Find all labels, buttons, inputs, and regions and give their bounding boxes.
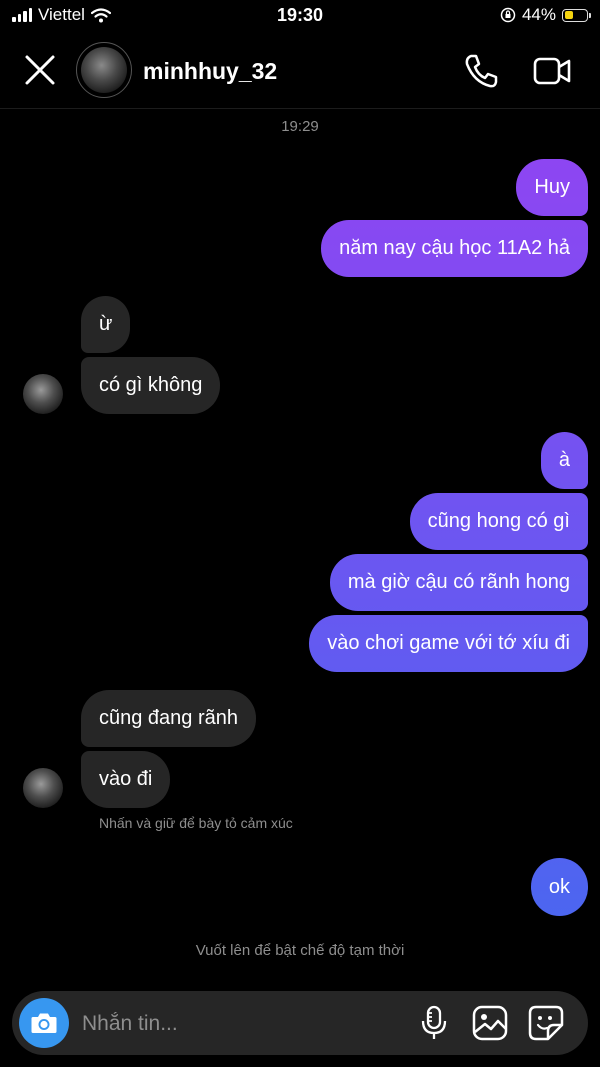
close-icon[interactable] bbox=[22, 52, 58, 88]
camera-icon bbox=[31, 1013, 57, 1033]
sent-message[interactable]: năm nay cậu học 11A2 hả bbox=[321, 220, 588, 277]
sent-message[interactable]: ok bbox=[530, 858, 588, 916]
message-composer bbox=[12, 991, 588, 1055]
sent-message[interactable]: cũng hong có gì bbox=[409, 493, 588, 550]
sender-avatar[interactable] bbox=[23, 768, 63, 808]
reaction-hint: Nhấn và giữ để bày tỏ cảm xúc bbox=[99, 815, 293, 831]
chat-username[interactable]: minhhuy_32 bbox=[143, 58, 277, 85]
status-right: 44% bbox=[500, 5, 591, 25]
video-call-icon[interactable] bbox=[532, 54, 572, 88]
orientation-lock-icon bbox=[500, 7, 516, 23]
sent-message[interactable]: vào chơi game với tớ xíu đi bbox=[309, 615, 588, 672]
battery-percent: 44% bbox=[521, 5, 556, 24]
received-message[interactable]: có gì không bbox=[81, 357, 221, 414]
vanish-mode-hint: Vuốt lên để bật chế độ tạm thời bbox=[195, 942, 405, 959]
sent-message[interactable]: à bbox=[540, 432, 588, 489]
message-timestamp: 19:29 bbox=[281, 118, 319, 135]
sender-avatar[interactable] bbox=[23, 374, 63, 414]
header-avatar[interactable] bbox=[76, 42, 132, 98]
microphone-icon[interactable] bbox=[419, 1005, 449, 1041]
camera-button[interactable] bbox=[19, 998, 69, 1048]
battery-icon bbox=[562, 8, 591, 22]
chat-header: minhhuy_32 bbox=[0, 34, 600, 109]
phone-icon[interactable] bbox=[462, 52, 500, 90]
gallery-icon[interactable] bbox=[472, 1005, 508, 1041]
sticker-icon[interactable] bbox=[528, 1005, 564, 1041]
status-bar: Viettel 19:30 44% bbox=[0, 0, 600, 34]
received-message[interactable]: ừ bbox=[81, 296, 131, 353]
received-message[interactable]: vào đi bbox=[81, 751, 171, 808]
received-message[interactable]: cũng đang rãnh bbox=[81, 690, 257, 747]
message-input[interactable] bbox=[80, 1003, 404, 1045]
sent-message[interactable]: Huy bbox=[516, 159, 588, 216]
sent-message[interactable]: mà giờ cậu có rãnh hong bbox=[329, 554, 588, 611]
